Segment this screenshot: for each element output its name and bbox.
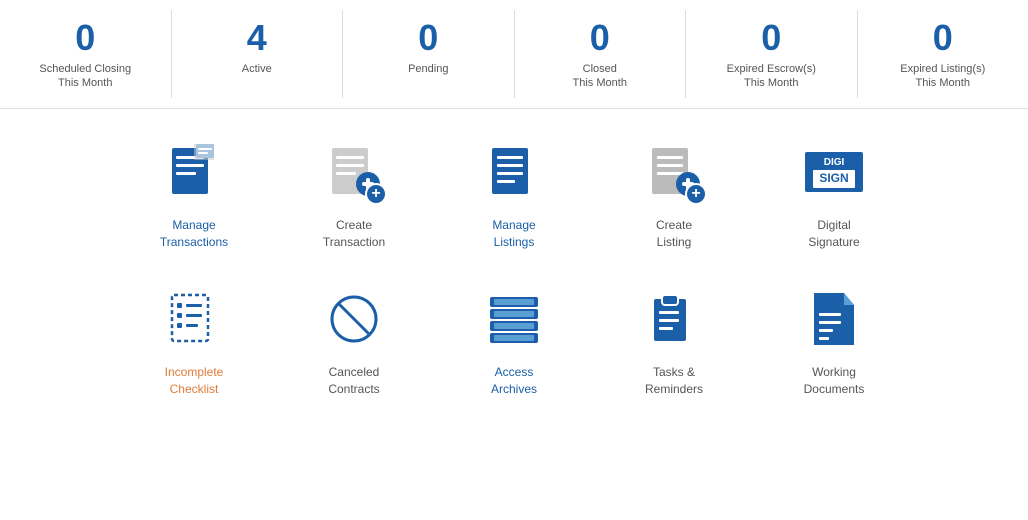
stat-number-expired-escrow: 0 — [691, 18, 852, 58]
stat-label-scheduled-closing: Scheduled ClosingThis Month — [5, 62, 166, 91]
icon-item-access-archives[interactable]: AccessArchives — [434, 266, 594, 408]
icon-label-create-transaction: CreateTransaction — [323, 217, 385, 251]
icon-visual-manage-transactions — [159, 137, 229, 207]
stat-label-expired-escrow: Expired Escrow(s)This Month — [691, 62, 852, 91]
icon-visual-create-listing: + — [639, 137, 709, 207]
icon-label-access-archives: AccessArchives — [491, 364, 537, 398]
stat-label-pending: Pending — [348, 62, 509, 76]
icon-item-tasks-reminders[interactable]: Tasks &Reminders — [594, 266, 754, 408]
icon-label-working-documents: WorkingDocuments — [804, 364, 865, 398]
icon-item-manage-transactions[interactable]: ManageTransactions — [114, 119, 274, 261]
icon-item-create-transaction[interactable]: + CreateTransaction — [274, 119, 434, 261]
icons-section: ManageTransactions + CreateTransaction Ma… — [0, 109, 1028, 422]
stats-bar: 0 Scheduled ClosingThis Month 4 Active 0 Pend… — [0, 0, 1028, 109]
icon-visual-working-documents — [799, 284, 869, 354]
icon-label-digital-signature: DigitalSignature — [808, 217, 859, 251]
digi-sign-badge: DIGISIGN — [805, 152, 862, 192]
icon-label-tasks-reminders: Tasks &Reminders — [645, 364, 703, 398]
icon-item-incomplete-checklist[interactable]: IncompleteChecklist — [114, 266, 274, 408]
icon-item-create-listing[interactable]: + CreateListing — [594, 119, 754, 261]
stat-label-expired-listing: Expired Listing(s)This Month — [863, 62, 1024, 91]
stat-number-expired-listing: 0 — [863, 18, 1024, 58]
icon-item-manage-listings[interactable]: ManageListings — [434, 119, 594, 261]
icon-visual-canceled-contracts — [319, 284, 389, 354]
stat-number-closed-this-month: 0 — [520, 18, 681, 58]
icon-label-incomplete-checklist: IncompleteChecklist — [165, 364, 224, 398]
stat-label-active: Active — [177, 62, 338, 76]
stat-label-closed-this-month: ClosedThis Month — [520, 62, 681, 91]
icon-visual-incomplete-checklist — [159, 284, 229, 354]
icons-row-2: IncompleteChecklist CanceledContracts Ac… — [20, 266, 1008, 408]
icon-visual-tasks-reminders — [639, 284, 709, 354]
stat-pending[interactable]: 0 Pending — [343, 10, 515, 98]
icon-label-create-listing: CreateListing — [656, 217, 692, 251]
icon-label-manage-listings: ManageListings — [492, 217, 535, 251]
icon-visual-access-archives — [479, 284, 549, 354]
icons-row-1: ManageTransactions + CreateTransaction Ma… — [20, 119, 1008, 261]
icon-visual-manage-listings — [479, 137, 549, 207]
icon-visual-create-transaction: + — [319, 137, 389, 207]
stat-closed-this-month[interactable]: 0 ClosedThis Month — [515, 10, 687, 98]
stat-expired-listing[interactable]: 0 Expired Listing(s)This Month — [858, 10, 1028, 98]
icon-label-manage-transactions: ManageTransactions — [160, 217, 228, 251]
stat-expired-escrow[interactable]: 0 Expired Escrow(s)This Month — [686, 10, 858, 98]
icon-item-digital-signature[interactable]: DIGISIGN DigitalSignature — [754, 119, 914, 261]
icon-item-canceled-contracts[interactable]: CanceledContracts — [274, 266, 434, 408]
stat-number-active: 4 — [177, 18, 338, 58]
stat-active[interactable]: 4 Active — [172, 10, 344, 98]
icon-item-working-documents[interactable]: WorkingDocuments — [754, 266, 914, 408]
stat-number-scheduled-closing: 0 — [5, 18, 166, 58]
icon-label-canceled-contracts: CanceledContracts — [328, 364, 379, 398]
icon-visual-digital-signature: DIGISIGN — [799, 137, 869, 207]
stat-scheduled-closing[interactable]: 0 Scheduled ClosingThis Month — [0, 10, 172, 98]
stat-number-pending: 0 — [348, 18, 509, 58]
